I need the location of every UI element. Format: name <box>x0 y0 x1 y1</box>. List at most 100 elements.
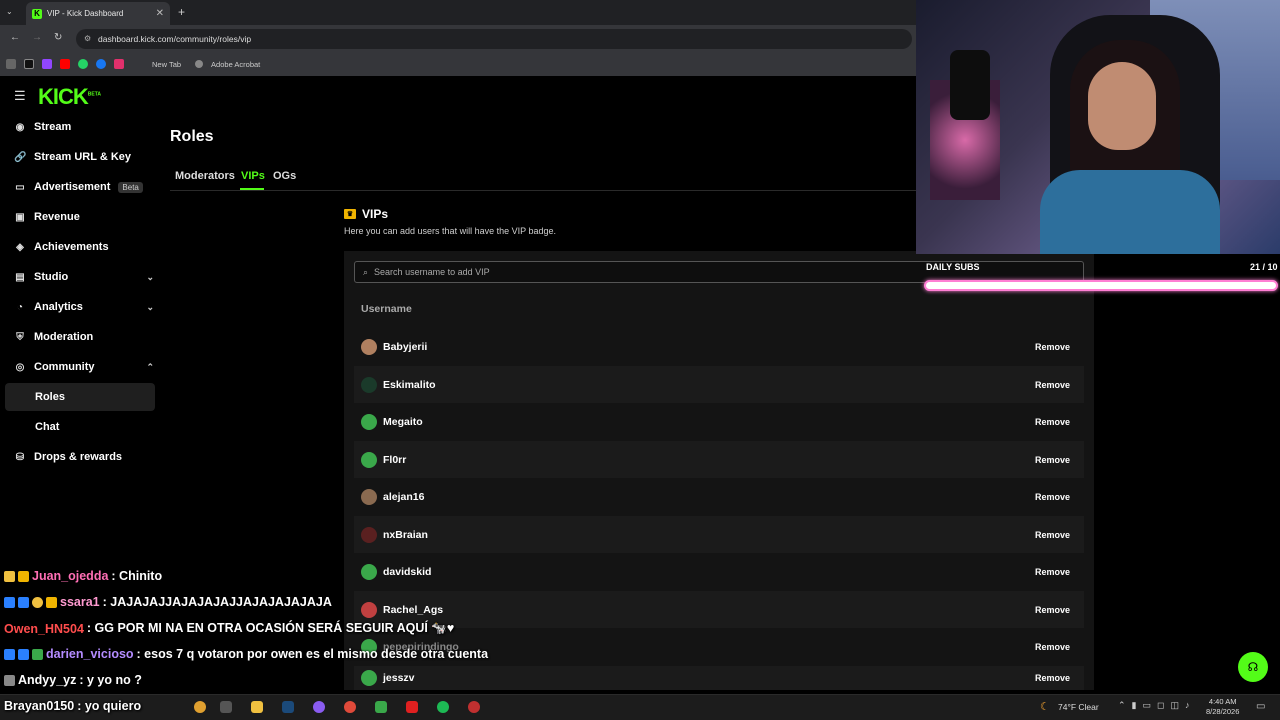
sidebar-item-advertisement[interactable]: ▭ Advertisement Beta <box>14 181 154 193</box>
remove-button[interactable]: Remove <box>1035 455 1070 465</box>
bookmark-new-tab[interactable]: New Tab <box>152 60 181 69</box>
tab-ogs[interactable]: OGs <box>273 170 296 182</box>
notifications-icon[interactable]: ▭ <box>1256 701 1265 712</box>
chat-message: Owen_HN504: GG POR MI NA EN OTRA OCASIÓN… <box>4 621 454 636</box>
sidebar-item-community[interactable]: ◎ Community ⌃ <box>14 361 154 373</box>
forward-icon[interactable]: → <box>32 32 42 43</box>
remove-button[interactable]: Remove <box>1035 492 1070 502</box>
taskbar-app-icon[interactable] <box>406 701 418 713</box>
task-view-icon[interactable] <box>220 701 232 713</box>
sidebar-item-stream-url-key[interactable]: 🔗 Stream URL & Key <box>14 151 154 163</box>
vip-row: Eskimalito Remove <box>354 366 1084 403</box>
vip-username: Babyjerii <box>383 340 428 353</box>
achievements-icon: ◈ <box>16 241 24 253</box>
remove-button[interactable]: Remove <box>1035 417 1070 427</box>
tab-moderators[interactable]: Moderators <box>175 170 235 182</box>
taskbar-app-icon[interactable] <box>468 701 480 713</box>
bookmark-adobe-acrobat[interactable]: Adobe Acrobat <box>211 60 260 69</box>
sidebar-item-revenue[interactable]: ▣ Revenue <box>14 211 154 223</box>
avatar <box>361 563 377 580</box>
chat-text: : esos 7 q votaron por owen es el mismo … <box>136 647 489 661</box>
sidebar-item-drops-rewards[interactable]: ⛁ Drops & rewards <box>14 451 154 463</box>
obs-icon[interactable] <box>313 701 325 713</box>
chat-message: ssara1: JAJAJAJJAJAJAJAJJAJAJAJAJAJA <box>4 595 332 609</box>
chat-username: Andyy_yz <box>18 673 77 687</box>
sidebar-item-chat[interactable]: Chat <box>35 421 175 433</box>
chat-username: ssara1 <box>60 595 100 609</box>
sidebar-item-moderation[interactable]: ⛨ Moderation <box>14 331 154 343</box>
badge-icon <box>32 596 43 608</box>
spotify-icon[interactable] <box>437 701 449 713</box>
vip-row: alejan16 Remove <box>354 478 1084 515</box>
remove-button[interactable]: Remove <box>1035 642 1070 652</box>
back-icon[interactable]: ← <box>10 32 20 43</box>
avatar <box>361 488 377 505</box>
tab-title: VIP - Kick Dashboard <box>47 9 124 18</box>
chat-text: : Chinito <box>111 569 163 583</box>
avatar <box>361 670 377 686</box>
badge-icon <box>4 648 15 660</box>
crown-badge-icon <box>18 570 29 582</box>
tab-vips[interactable]: VIPs <box>241 170 265 182</box>
daily-subs-progress-bar <box>924 280 1278 291</box>
taskbar-app-icon[interactable] <box>375 701 387 713</box>
chevron-down-icon: ⌄ <box>146 301 154 312</box>
twitch-bookmark-icon[interactable] <box>42 59 52 69</box>
remove-button[interactable]: Remove <box>1035 673 1070 683</box>
taskbar-app-icon[interactable] <box>194 701 206 713</box>
browser-tab[interactable]: K VIP - Kick Dashboard ✕ <box>26 2 170 25</box>
chevron-up-icon: ⌃ <box>146 361 154 372</box>
clock-date: 8/28/2026 <box>1206 707 1240 716</box>
facebook-bookmark-icon[interactable] <box>96 59 106 69</box>
whatsapp-bookmark-icon[interactable] <box>78 59 88 69</box>
chrome-icon[interactable] <box>344 701 356 713</box>
remove-button[interactable]: Remove <box>1035 567 1070 577</box>
remove-button[interactable]: Remove <box>1035 380 1070 390</box>
clock-time: 4:40 AM <box>1208 697 1237 706</box>
reload-icon[interactable]: ↻ <box>54 32 62 43</box>
chat-text: : GG POR MI NA EN OTRA OCASIÓN SERÁ SEGU… <box>86 621 455 635</box>
system-tray-icons[interactable]: ⌃▮▭◻◫♪ <box>1118 700 1195 711</box>
vip-username: jesszv <box>383 672 415 684</box>
remove-button[interactable]: Remove <box>1035 342 1070 352</box>
chat-text: : JAJAJAJJAJAJAJAJJAJAJAJAJAJA <box>102 595 332 609</box>
avatar <box>361 413 377 430</box>
vip-row: Babyjerii Remove <box>354 328 1084 365</box>
file-explorer-icon[interactable] <box>251 701 263 713</box>
apps-icon[interactable] <box>6 59 16 69</box>
badge-icon <box>4 596 15 608</box>
close-tab-icon[interactable]: ✕ <box>156 8 164 19</box>
kick-favicon-icon: K <box>32 8 42 19</box>
vip-row: Megaito Remove <box>354 403 1084 440</box>
sidebar-item-roles[interactable]: Roles <box>35 391 175 403</box>
remove-button[interactable]: Remove <box>1035 530 1070 540</box>
tab-list-icon[interactable]: ⌄ <box>6 7 13 16</box>
support-chat-button[interactable]: ☊ <box>1238 652 1268 682</box>
remove-button[interactable]: Remove <box>1035 605 1070 615</box>
url-bar[interactable]: dashboard.kick.com/community/roles/vip <box>76 29 912 49</box>
search-icon: ⌕ <box>363 266 369 277</box>
new-tab-icon[interactable]: + <box>178 5 185 19</box>
page-title: Roles <box>170 128 214 145</box>
chat-username: Brayan0150 <box>4 699 75 713</box>
sidebar-item-stream[interactable]: ◉ Stream <box>14 121 154 133</box>
weather-status[interactable]: 74°F Clear <box>1058 702 1099 712</box>
vip-row: davidskid Remove <box>354 553 1084 590</box>
vip-row: Fl0rr Remove <box>354 441 1084 478</box>
vip-section-header: ♛ VIPs <box>344 207 388 221</box>
site-info-icon[interactable]: ⚙ <box>84 34 91 43</box>
sidebar-item-achievements[interactable]: ◈ Achievements <box>14 241 154 253</box>
youtube-bookmark-icon[interactable] <box>60 59 70 69</box>
instagram-bookmark-icon[interactable] <box>114 59 124 69</box>
sidebar-item-analytics[interactable]: ◔ Analytics ⌄ <box>14 301 154 313</box>
x-bookmark-icon[interactable] <box>24 59 34 69</box>
taskbar-clock[interactable]: 4:40 AM 8/28/2026 <box>1206 697 1239 717</box>
steam-icon[interactable] <box>282 701 294 713</box>
revenue-icon: ▣ <box>15 211 25 223</box>
vip-username: Megaito <box>383 415 423 428</box>
sidebar-item-studio[interactable]: ▤ Studio ⌄ <box>14 271 154 283</box>
analytics-icon: ◔ <box>16 301 24 313</box>
beta-badge: Beta <box>118 181 143 193</box>
chat-username: Owen_HN504 <box>4 621 84 636</box>
avatar <box>361 451 377 468</box>
